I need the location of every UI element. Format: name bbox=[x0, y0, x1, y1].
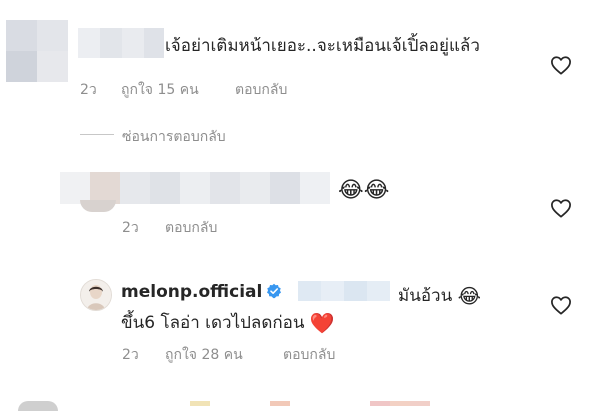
comment-text-fragment: มันอ้วน bbox=[398, 286, 453, 306]
commenter-avatar-blurred[interactable] bbox=[6, 20, 68, 82]
comment-text-line1: มันอ้วน 😂 bbox=[398, 282, 481, 309]
comment-time: 2ว bbox=[122, 220, 139, 236]
reply-button[interactable]: ตอบกลับ bbox=[235, 79, 287, 101]
comment-text-fragment: ขึ้น6 โลอ่า เดวไปลดก่อน bbox=[121, 313, 305, 333]
reply-button[interactable]: ตอบกลับ bbox=[165, 217, 217, 239]
heart-outline-icon[interactable] bbox=[550, 198, 572, 218]
comment-text-line2: ขึ้น6 โลอ่า เดวไปลดก่อน ❤️ bbox=[121, 309, 335, 336]
username-link[interactable]: melonp.official bbox=[121, 282, 262, 302]
melonp-header: melonp.official bbox=[121, 282, 282, 302]
heart-outline-icon[interactable] bbox=[550, 295, 572, 315]
username-censored bbox=[78, 28, 164, 58]
comment-time: 2ว bbox=[122, 347, 139, 363]
comment-text: เจ้อย่าเติมหน้าเยอะ..จะเหมือนเจ้เปิ้ลอยู… bbox=[165, 36, 480, 56]
verified-badge-icon bbox=[266, 283, 282, 299]
heart-outline-icon[interactable] bbox=[550, 55, 572, 75]
laughing-emoji: 😂 bbox=[457, 284, 481, 308]
hide-replies-button[interactable]: ซ่อนการตอบกลับ bbox=[122, 126, 226, 148]
laughing-emoji: 😂😂 bbox=[338, 178, 390, 203]
comment-time: 2ว bbox=[80, 82, 97, 98]
comment-likes-link[interactable]: ถูกใจ 28 คน bbox=[165, 344, 243, 366]
reply-button[interactable]: ตอบกลับ bbox=[283, 344, 335, 366]
red-heart-emoji: ❤️ bbox=[309, 311, 335, 335]
hide-replies-line bbox=[80, 134, 114, 135]
melonp-avatar[interactable] bbox=[80, 279, 112, 311]
mention-censored bbox=[298, 281, 390, 301]
next-comment-partial bbox=[190, 401, 450, 406]
comment-likes-link[interactable]: ถูกใจ 15 คน bbox=[121, 79, 199, 101]
reply-avatar-partial bbox=[80, 200, 116, 212]
next-avatar-partial bbox=[18, 401, 58, 411]
